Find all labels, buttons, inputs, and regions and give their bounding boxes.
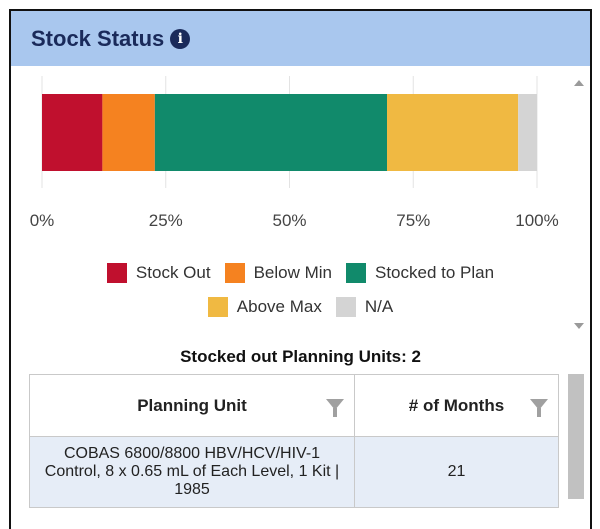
column-header-months[interactable]: # of Months: [354, 374, 559, 437]
legend-swatch: [224, 263, 245, 283]
chart-area: 0% 25% 50% 75% 100% Stock Out Below Min Stocke…: [11, 66, 590, 351]
legend-row: Stock Out Below Min Stocked to Plan: [11, 256, 590, 290]
legend-swatch: [106, 263, 127, 283]
x-tick-label: 100%: [515, 211, 558, 230]
legend-item[interactable]: Stock Out: [106, 263, 211, 283]
panel-header: Stock Status i: [11, 11, 590, 66]
filter-icon[interactable]: [530, 399, 548, 417]
scroll-up-arrow-icon[interactable]: [574, 80, 584, 86]
filter-icon[interactable]: [326, 399, 344, 417]
legend-item[interactable]: N/A: [335, 297, 394, 317]
legend-swatch: [335, 297, 356, 317]
planning-unit-cell: COBAS 6800/8800 HBV/HCV/HIV-1 Control, 8…: [29, 436, 355, 508]
legend-item[interactable]: Stocked to Plan: [345, 263, 495, 283]
bar-segment-stock-out[interactable]: [42, 94, 103, 171]
legend-swatch: [207, 297, 228, 317]
panel-title: Stock Status: [31, 25, 165, 51]
x-tick-label: 0%: [30, 211, 55, 230]
legend-row: Above Max N/A: [11, 290, 590, 324]
bar-segment-n-a[interactable]: [518, 94, 537, 171]
bar-segment-above-max[interactable]: [387, 94, 519, 171]
column-header-label: Planning Unit: [137, 395, 247, 415]
info-icon[interactable]: i: [170, 28, 191, 49]
legend-item[interactable]: Above Max: [207, 297, 322, 317]
legend-label: Stocked to Plan: [374, 263, 495, 282]
x-tick-label: 25%: [149, 211, 183, 230]
legend-label: Above Max: [236, 297, 322, 316]
chart-legend: Stock Out Below Min Stocked to Plan Above …: [11, 256, 590, 324]
bar-segment-below-min[interactable]: [102, 94, 155, 171]
x-tick-label: 50%: [272, 211, 306, 230]
table-scrollbar-thumb[interactable]: [568, 374, 584, 499]
legend-label: Stock Out: [135, 263, 211, 282]
stocked-out-summary: Stocked out Planning Units: 2: [180, 347, 421, 366]
legend-swatch: [345, 263, 366, 283]
stock-status-chart: 0% 25% 50% 75% 100%: [30, 76, 559, 230]
x-tick-label: 75%: [396, 211, 430, 230]
table-row[interactable]: COBAS 6800/8800 HBV/HCV/HIV-1 Control, 8…: [29, 436, 559, 508]
legend-item[interactable]: Below Min: [224, 263, 332, 283]
planning-units-table: Planning Unit # of Months COBAS 6800/880…: [29, 374, 559, 508]
months-cell: 21: [354, 436, 559, 508]
column-header-label: # of Months: [408, 395, 505, 415]
legend-label: Below Min: [253, 263, 332, 282]
stock-status-panel: Stock Status i 0% 25% 50% 75% 100% Stock Out…: [9, 9, 592, 529]
column-header-planning-unit[interactable]: Planning Unit: [29, 374, 355, 437]
bar-segment-stocked-to-plan[interactable]: [154, 94, 388, 171]
legend-label: N/A: [364, 297, 394, 316]
